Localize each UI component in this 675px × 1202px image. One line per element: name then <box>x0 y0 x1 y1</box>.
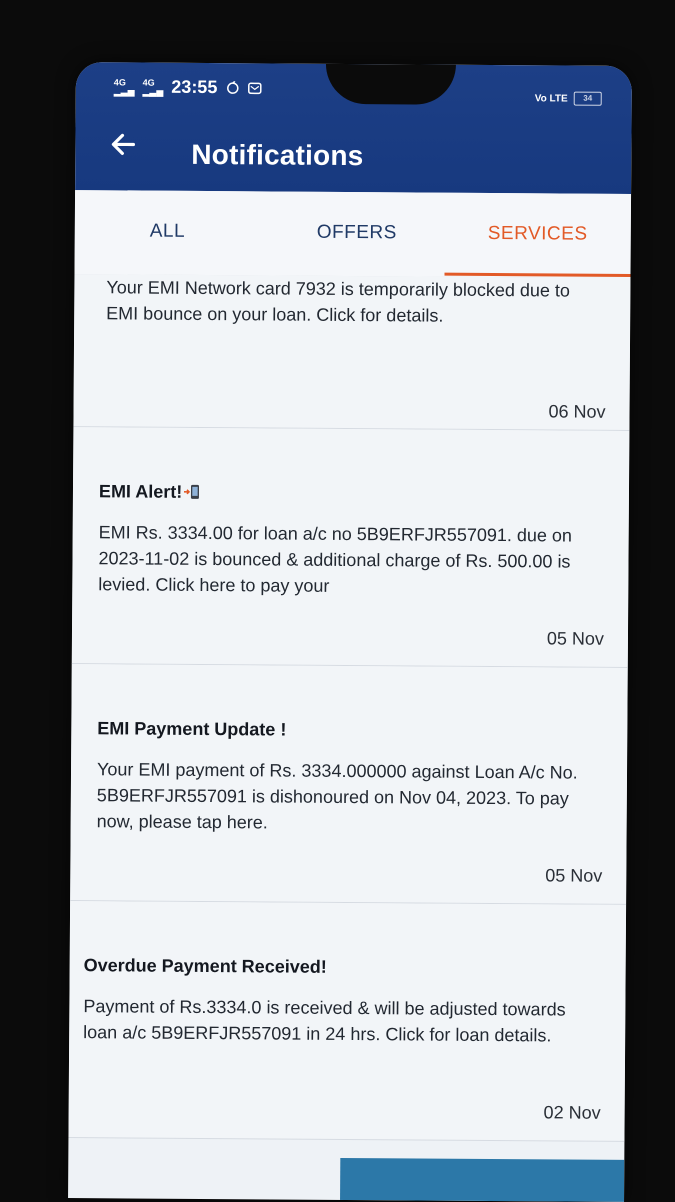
status-bar-right: Vo LTE 34 <box>534 91 602 106</box>
message-icon <box>247 82 262 94</box>
battery-icon: 34 <box>573 91 602 106</box>
tab-services[interactable]: SERVICES <box>488 223 588 246</box>
notification-item[interactable]: EMI Payment Update ! Your EMI payment of… <box>70 664 628 905</box>
mobile-phone-icon <box>184 484 200 499</box>
notification-heading: Overdue Payment Received! <box>83 955 327 977</box>
signal-icon-2: 4G ▂▃▅ <box>142 77 164 97</box>
notification-list: Your EMI Network card 7932 is temporaril… <box>68 274 631 1142</box>
tab-bar: ALL OFFERS SERVICES <box>74 190 632 279</box>
phone-screen: 4G ▂▃▅ 4G ▂▃▅ 23:55 Vo LTE 34 Notification… <box>68 62 632 1202</box>
tab-all[interactable]: ALL <box>150 221 185 243</box>
notification-item[interactable]: Your EMI Network card 7932 is temporaril… <box>73 274 631 431</box>
notification-heading: EMI Payment Update ! <box>97 718 287 740</box>
back-arrow-icon[interactable] <box>107 128 139 160</box>
status-time: 23:55 <box>171 76 218 98</box>
camera-notch <box>325 63 456 105</box>
notification-heading: EMI Alert! <box>99 481 200 503</box>
sync-icon <box>226 80 239 94</box>
notification-date: 02 Nov <box>543 1102 601 1123</box>
notification-body: Your EMI Network card 7932 is temporaril… <box>106 277 571 326</box>
page-title: Notifications <box>191 138 364 172</box>
notification-date: 06 Nov <box>548 401 606 422</box>
notification-date: 05 Nov <box>546 628 605 649</box>
notification-body: Your EMI payment of Rs. 3334.000000 agai… <box>96 759 578 833</box>
status-bar-left: 4G ▂▃▅ 4G ▂▃▅ 23:55 <box>114 76 262 98</box>
tab-offers[interactable]: OFFERS <box>317 222 397 245</box>
bottom-action-button[interactable] <box>340 1157 625 1202</box>
notification-body: Payment of Rs.3334.0 is received & will … <box>83 996 566 1046</box>
notification-body: EMI Rs. 3334.00 for loan a/c no 5B9ERFJR… <box>98 522 573 596</box>
app-bar: 4G ▂▃▅ 4G ▂▃▅ 23:55 Vo LTE 34 Notification… <box>75 62 632 194</box>
notification-item[interactable]: EMI Alert! EMI Rs. 3334.00 for loan a/c … <box>71 427 630 668</box>
signal-icon-1: 4G ▂▃▅ <box>113 76 135 96</box>
notification-item[interactable]: Overdue Payment Received! Payment of Rs.… <box>68 901 627 1142</box>
notification-date: 05 Nov <box>545 865 603 886</box>
volte-indicator: Vo LTE <box>534 92 568 105</box>
